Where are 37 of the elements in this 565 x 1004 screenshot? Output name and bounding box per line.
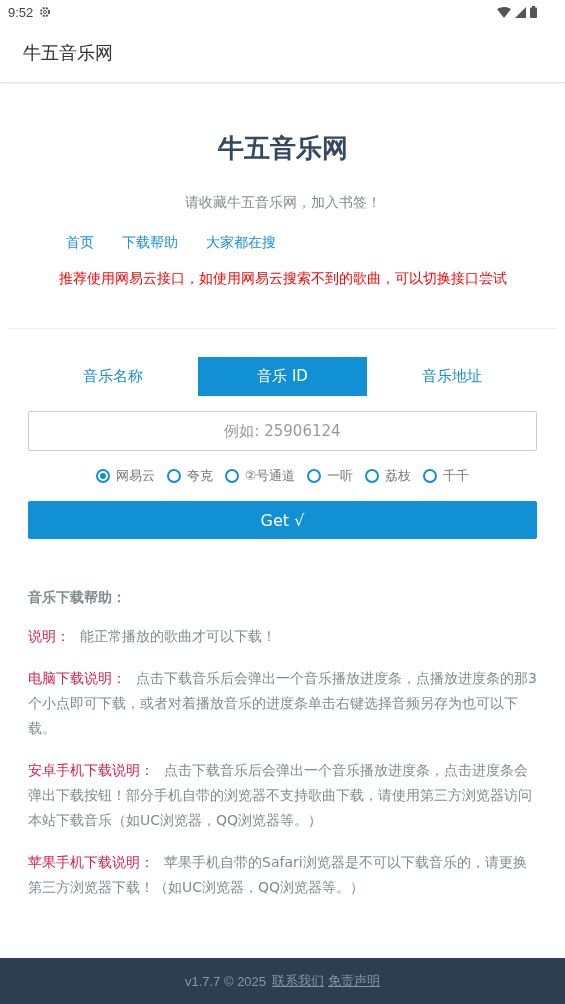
footer-link[interactable]: 联系我们 [272,972,325,990]
help-paragraph: 苹果手机下载说明： 苹果手机自带的Safari浏览器是不可以下载音乐的，请更换第三方浏览器下载！（如UC浏览器，QQ浏览器等。） [28,853,528,897]
battery-icon [530,6,537,18]
nav-link[interactable]: 首页 [66,234,94,252]
help-paragraph: 说明： 能正常播放的歌曲才可以下载！ [28,627,277,646]
footer-link[interactable]: 免责声明 [328,972,381,990]
radio-label[interactable]: 千千 [443,467,470,485]
gear-icon [39,6,52,18]
radio-button[interactable] [166,469,181,483]
radio-label[interactable]: ②号通道 [244,467,296,485]
radio-label[interactable]: 荔枝 [385,467,412,485]
wifi-icon [497,6,511,18]
nav-link[interactable]: 大家都在搜 [206,234,276,252]
app-bar-title: 牛五音乐网 [23,41,113,65]
help-paragraph: 电脑下载说明： 点击下载音乐后会弹出一个音乐播放进度条，点播放进度条的那3个小点即可下载，或者对着播放音乐的进度条单击右键选择音频另存为也可以下载。 [28,669,537,738]
get-button[interactable]: Get √ [28,501,537,539]
subtitle: 请收藏牛五音乐网，加入书签！ [184,194,381,212]
tab[interactable]: 音乐 ID [197,357,368,396]
radio-button[interactable] [307,469,322,483]
version-text: v1.7.7 © 2025 [184,973,267,989]
tab[interactable]: 音乐地址 [367,357,537,396]
radio-button[interactable] [224,469,239,483]
radio-button[interactable] [95,469,110,483]
help-title: 音乐下载帮助： [28,589,127,607]
nav-link[interactable]: 下载帮助 [122,234,178,252]
signal-icon [515,6,526,18]
search-field[interactable]: 例如: 25906124 [28,411,537,451]
radio-button[interactable] [365,469,380,483]
radio-button[interactable] [423,469,438,483]
radio-label[interactable]: 网易云 [115,467,155,485]
tab[interactable]: 音乐名称 [28,357,198,396]
help-paragraph: 安卓手机下载说明： 点击下载音乐后会弹出一个音乐播放进度条，点击进度条会弹出下载按钮！部分手机自带的浏览器不支持歌曲下载，请使用第三方浏览器访问本站下载音乐（如UC浏览器，QQ浏览器等。） [28,761,533,830]
status-time: 9:52 [8,4,34,20]
radio-label[interactable]: 夸克 [186,467,213,485]
site-title: 牛五音乐网 [217,132,348,165]
radio-label[interactable]: 一听 [327,467,354,485]
notice-text: 推荐使用网易云接口，如使用网易云搜索不到的歌曲，可以切换接口尝试 [58,270,507,288]
